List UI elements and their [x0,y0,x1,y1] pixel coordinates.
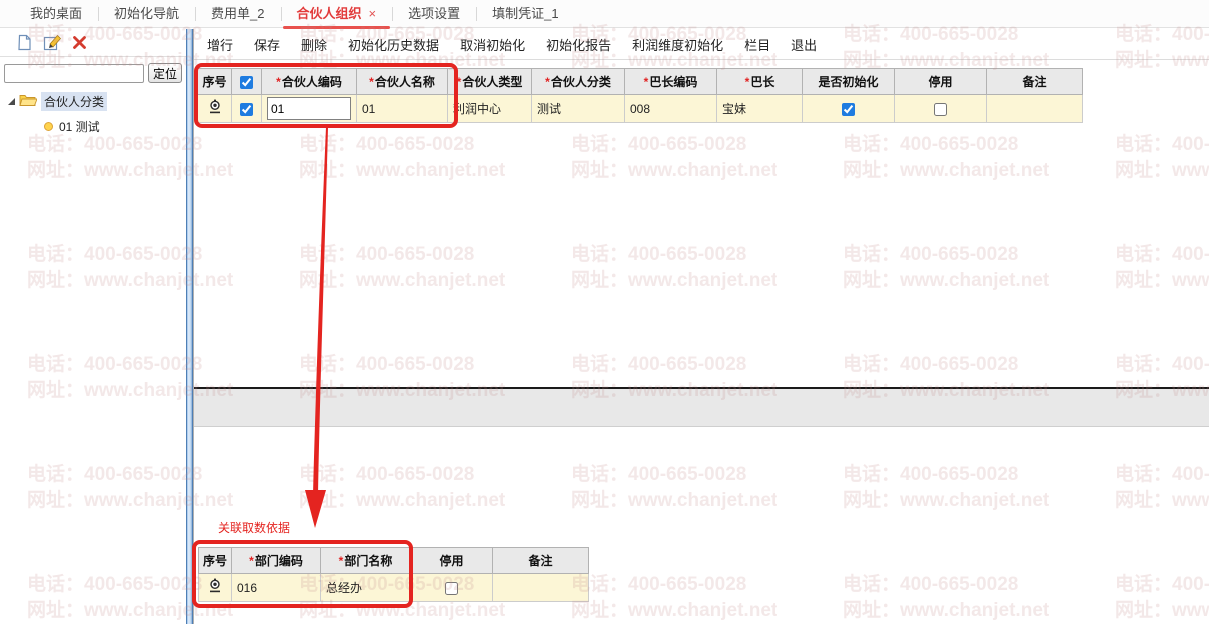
tab-4[interactable]: 合伙人组织 × [280,0,393,29]
column-header: *巴长 [716,68,803,95]
delete-icon[interactable] [72,35,87,50]
required-asterisk: * [249,554,254,568]
main-toolbar: 增行 保存 删除 初始化历史数据 取消初始化 初始化报告 利润维度初始化 栏目 退出 [194,29,1209,60]
row-locate-cell[interactable] [198,573,232,602]
locate-icon [209,99,220,114]
column-header: 备注 [986,68,1083,95]
cell-text[interactable]: 01 [356,94,448,123]
column-header: *合伙人名称 [356,68,448,95]
required-asterisk: * [456,75,462,89]
edit-icon[interactable] [43,34,62,51]
select-all-checkbox[interactable] [240,75,253,89]
table-row: 01利润中心测试008宝妹 [197,94,1083,123]
column-header: *合伙人类型 [447,68,532,95]
classification-tree: 合伙人分类 01 测试 [0,85,186,135]
locate-button[interactable]: 定位 [147,63,182,83]
row-locate-cell[interactable] [197,94,232,123]
toolbar-button-9[interactable]: 退出 [791,35,817,54]
sidebar-toolbar [0,29,186,57]
tree-expand-icon[interactable] [8,98,15,105]
cell-checkbox[interactable] [231,94,262,123]
tree-search-input[interactable] [4,63,144,83]
cell-editor[interactable] [261,94,357,123]
column-header: 备注 [492,547,589,574]
column-header: 停用 [410,547,493,574]
required-asterisk: * [744,75,750,89]
cell-checkbox[interactable] [410,573,493,602]
tab-close-icon[interactable]: × [369,6,377,21]
tab-5[interactable]: 选项设置 [392,0,476,28]
cell-text[interactable] [986,94,1083,123]
tree-search-bar: 定位 [0,57,186,85]
column-header: *巴长编码 [624,68,717,95]
cell-checkbox[interactable] [802,94,895,123]
column-header: 序号 [197,68,232,95]
required-asterisk: * [643,75,649,89]
tree-child-label: 01 测试 [59,120,100,134]
column-header: *合伙人编码 [261,68,357,95]
tab-label: 填制凭证_1 [492,5,559,21]
tree-node-child[interactable]: 01 测试 [44,118,186,135]
annotation-label: 关联取数依据 [218,521,291,535]
row-checkbox[interactable] [842,102,855,116]
tree-node-root[interactable]: 合伙人分类 [8,92,186,111]
tab-label: 合伙人组织 [296,5,362,21]
toolbar-button-2[interactable]: 保存 [254,35,280,54]
toolbar-button-4[interactable]: 初始化历史数据 [348,35,439,54]
toolbar-button-5[interactable]: 取消初始化 [460,35,525,54]
row-checkbox[interactable] [934,102,947,116]
app-window: 我的桌面 初始化导航 费用单_2 合伙人组织 × 选项设置 填制凭证_1 定位 合伙 [0,0,1209,624]
required-asterisk: * [545,75,550,89]
tab-label: 选项设置 [408,5,461,21]
cell-text[interactable]: 016 [231,573,321,602]
tab-label: 初始化导航 [114,5,180,21]
cell-text-input[interactable] [267,97,351,120]
cell-text[interactable]: 008 [624,94,717,123]
column-header: *部门编码 [231,547,321,574]
required-asterisk: * [276,75,281,89]
tab-label: 我的桌面 [30,5,83,21]
tab-bar: 我的桌面 初始化导航 费用单_2 合伙人组织 × 选项设置 填制凭证_1 [0,0,1209,29]
tree-root-label: 合伙人分类 [41,92,108,111]
tab-1[interactable]: 我的桌面 [14,0,98,28]
required-asterisk: * [369,75,374,89]
cell-text[interactable] [492,573,589,602]
toolbar-button-7[interactable]: 利润维度初始化 [632,35,723,54]
column-header: 序号 [198,547,232,574]
toolbar-button-6[interactable]: 初始化报告 [546,35,611,54]
toolbar-button-3[interactable]: 删除 [301,35,327,54]
column-header: *合伙人分类 [531,68,625,95]
partner-grid: 序号 *合伙人编码 *合伙人名称 *合伙人类型 *合伙人分类 *巴长编码 *巴长 是否初始化停… [197,68,1083,123]
toolbar-button-8[interactable]: 栏目 [744,35,770,54]
tree-leaf-icon [44,122,53,131]
cell-text[interactable]: 宝妹 [716,94,803,123]
column-header: 是否初始化 [802,68,895,95]
select-all-header [231,68,262,95]
locate-icon [210,578,220,593]
tree-children: 01 测试 [8,118,186,135]
column-header: *部门名称 [320,547,411,574]
cell-checkbox[interactable] [894,94,987,123]
department-grid: 序号 *部门编码 *部门名称 停用 备注 016 总经办 [198,547,589,602]
cell-text[interactable]: 测试 [531,94,625,123]
grid-bottom-border [194,387,1209,389]
row-checkbox[interactable] [445,581,458,595]
sidebar: 定位 合伙人分类 01 测试 [0,29,186,624]
splitter-handle[interactable] [186,29,193,624]
tab-3[interactable]: 费用单_2 [195,0,280,28]
grid-scrollbar-track[interactable] [194,389,1209,427]
folder-icon [19,93,38,110]
required-asterisk: * [338,554,344,568]
column-header: 停用 [894,68,987,95]
cell-text[interactable]: 利润中心 [447,94,532,123]
toolbar-button-1[interactable]: 增行 [207,35,233,54]
table-row: 016 总经办 [198,573,589,602]
tab-label: 费用单_2 [211,5,265,21]
tab-2[interactable]: 初始化导航 [98,0,195,28]
tab-6[interactable]: 填制凭证_1 [476,0,574,28]
cell-text[interactable]: 总经办 [320,573,411,602]
row-checkbox[interactable] [240,102,253,116]
new-document-icon[interactable] [16,34,33,51]
